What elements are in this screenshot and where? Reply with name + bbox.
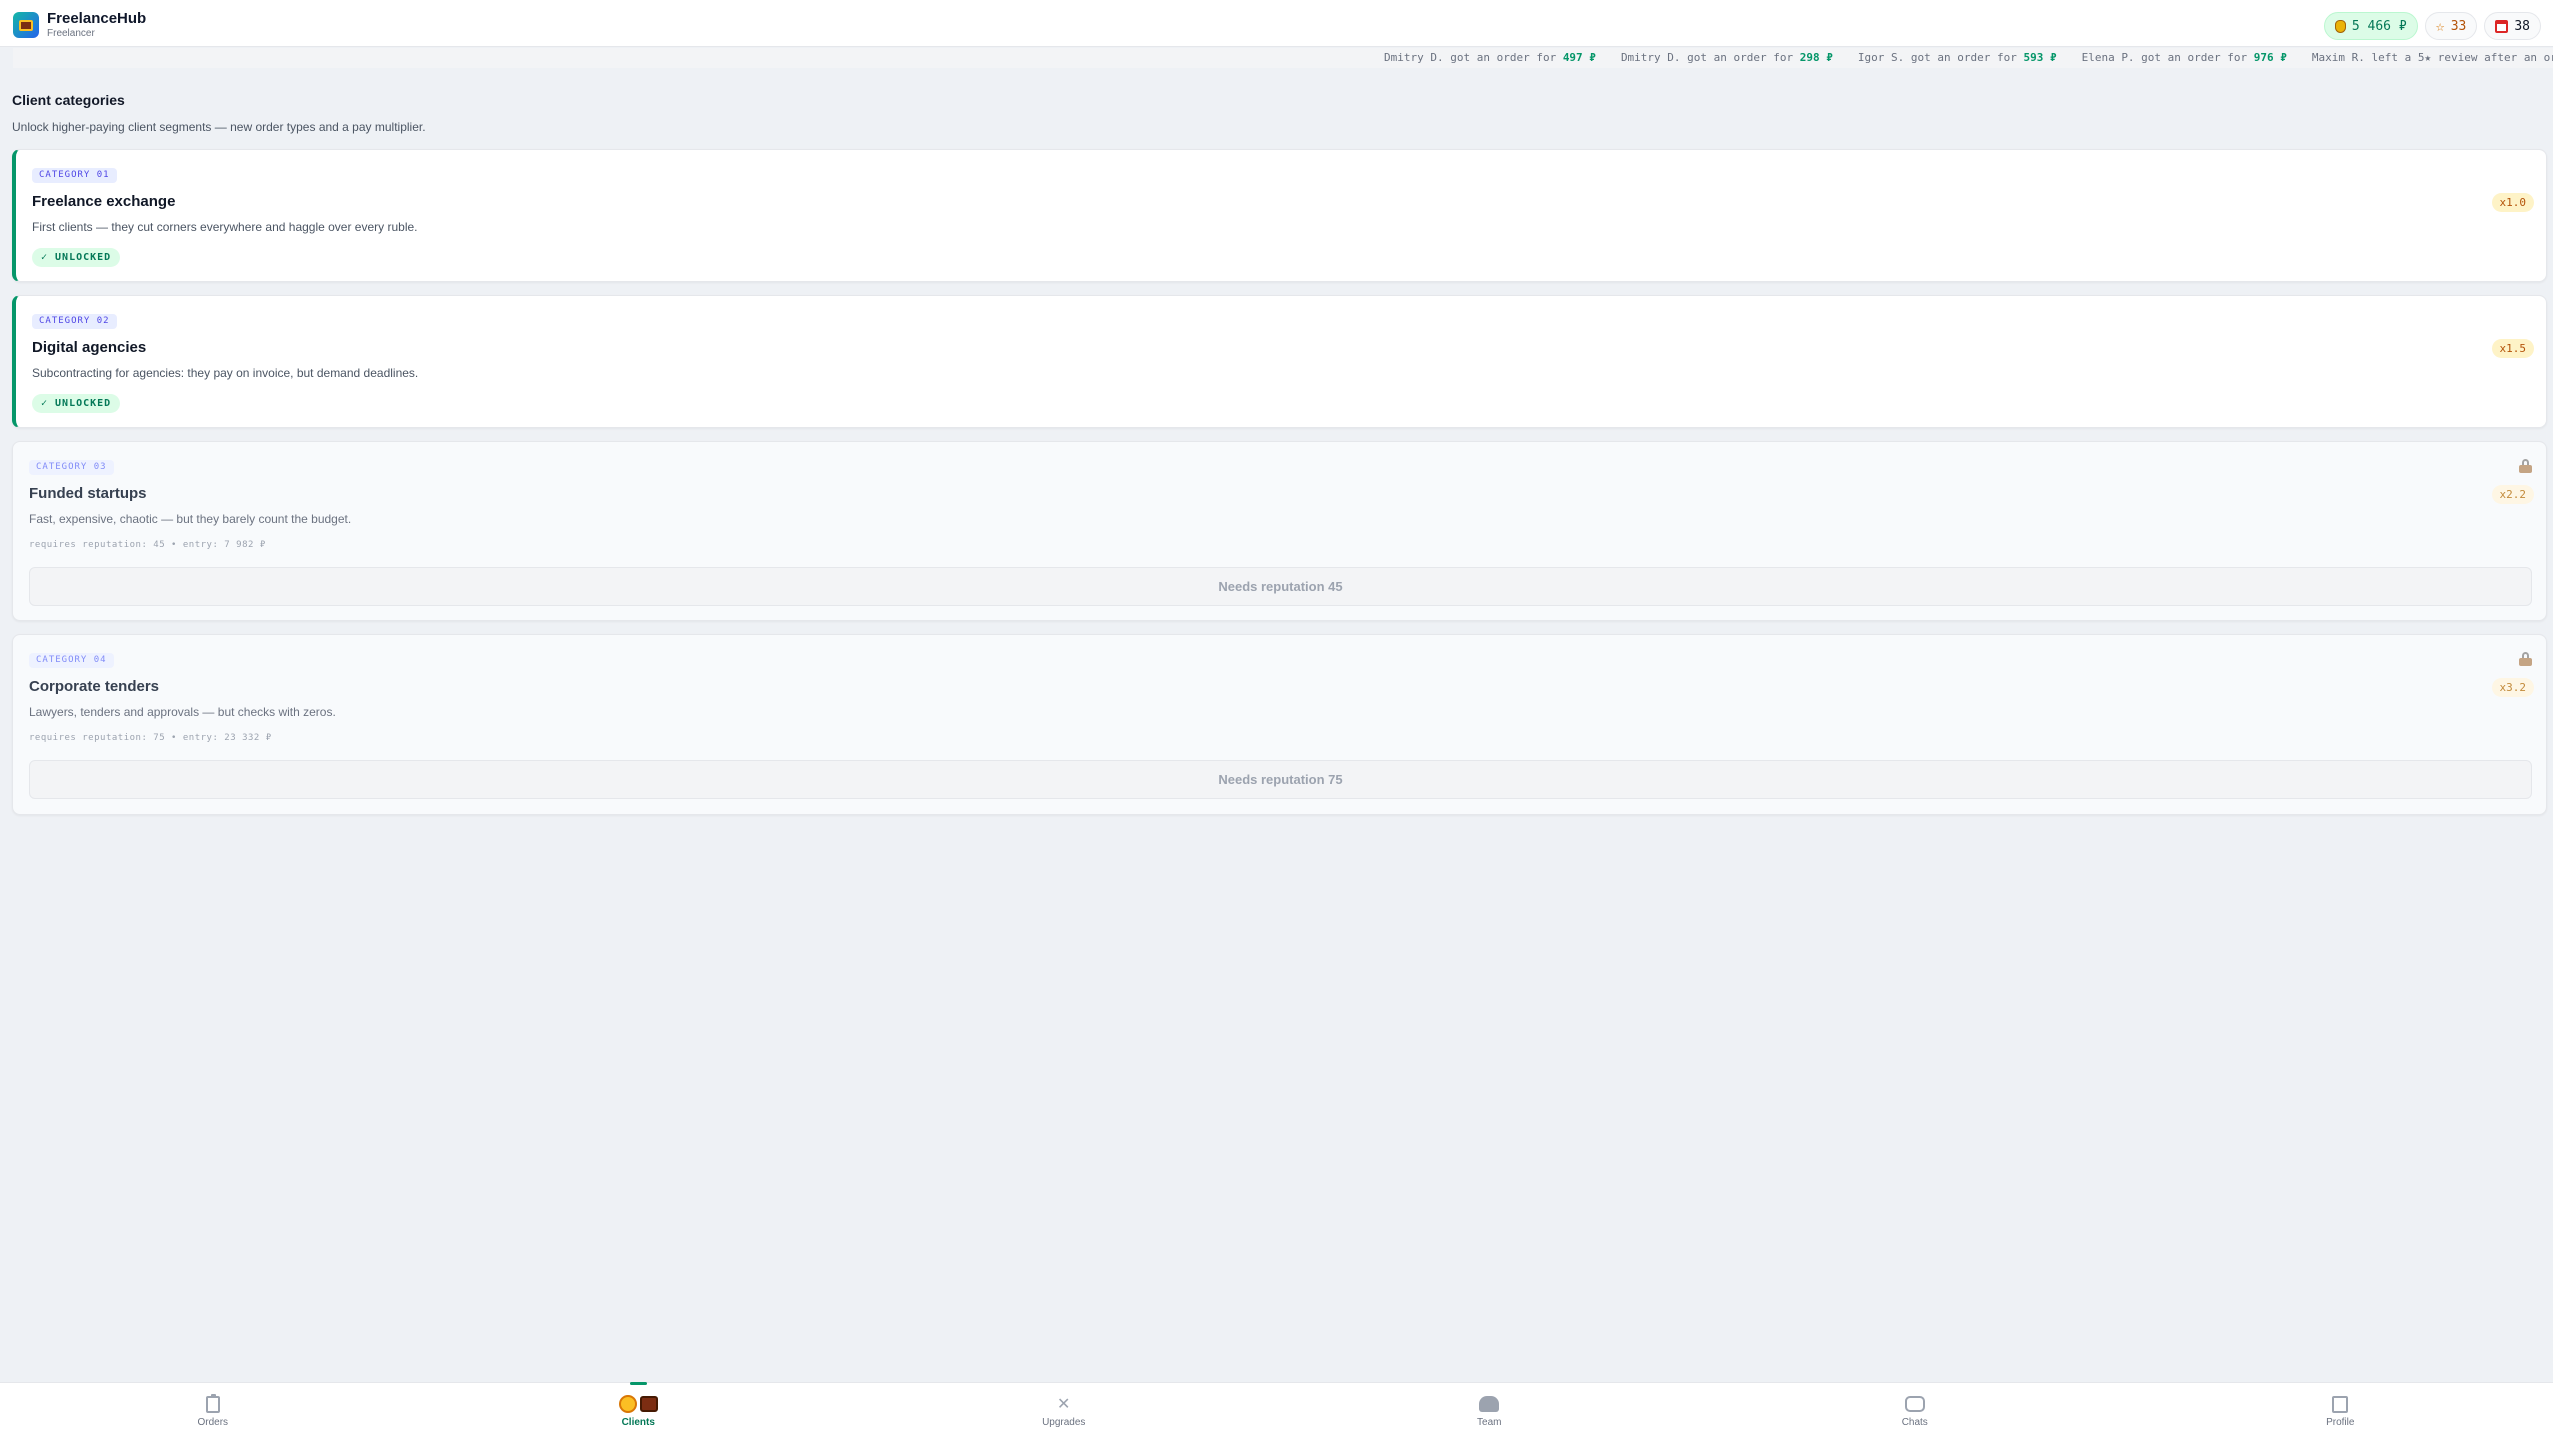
app-logo-icon (13, 12, 39, 38)
unlocked-badge: ✓ UNLOCKED (32, 248, 121, 267)
category-tag: CATEGORY 03 (29, 460, 114, 475)
bottom-nav: Orders Clients ✕ Upgrades Team Chats Pro… (0, 1382, 2553, 1438)
multiplier-badge: x3.2 (2491, 678, 2534, 697)
tools-icon: ✕ (1057, 1396, 1071, 1413)
multiplier-badge: x1.5 (2491, 339, 2534, 358)
category-tag: CATEGORY 02 (32, 314, 117, 329)
reputation-stat[interactable]: ☆ 33 (2424, 12, 2478, 40)
unlock-button-disabled[interactable]: Needs reputation 45 (29, 567, 2532, 606)
ticker-item: Dmitry D. got an order for 497 ₽ (1384, 51, 1596, 64)
nav-item-upgrades[interactable]: ✕ Upgrades (851, 1383, 1277, 1438)
category-card-corporate-tenders: CATEGORY 04 Corporate tenders Lawyers, t… (12, 634, 2547, 815)
category-card-funded-startups: CATEGORY 03 Funded startups Fast, expens… (12, 441, 2547, 621)
profile-icon (2332, 1394, 2349, 1414)
nav-item-clients[interactable]: Clients (426, 1382, 852, 1438)
nav-label: Clients (621, 1417, 655, 1428)
day-stat[interactable]: 38 (2484, 12, 2541, 40)
category-description: Subcontracting for agencies: they pay on… (32, 366, 419, 380)
category-description: Lawyers, tenders and approvals — but che… (29, 705, 336, 719)
nav-label: Profile (2326, 1417, 2355, 1428)
client-icon (618, 1394, 658, 1414)
category-title: Freelance exchange (32, 193, 176, 210)
app-header: FreelanceHub Freelancer 5 466 ₽ ☆ 33 38 (0, 0, 2553, 47)
money-stat[interactable]: 5 466 ₽ (2323, 12, 2418, 40)
chat-icon (1904, 1394, 1925, 1414)
unlock-button-disabled[interactable]: Needs reputation 75 (29, 760, 2532, 799)
category-tag: CATEGORY 04 (29, 653, 114, 668)
star-icon: ☆ (2435, 17, 2445, 35)
section-title: Client categories (12, 92, 125, 108)
multiplier-badge: x1.0 (2491, 193, 2534, 212)
nav-item-orders[interactable]: Orders (0, 1383, 426, 1438)
ticker-item: Dmitry D. got an order for 298 ₽ (1620, 51, 1833, 64)
nav-item-profile[interactable]: Profile (2128, 1383, 2553, 1438)
stats-bar: 5 466 ₽ ☆ 33 38 (2323, 12, 2541, 40)
category-card-freelance-exchange[interactable]: CATEGORY 01 Freelance exchange First cli… (12, 149, 2547, 282)
active-indicator (629, 1382, 647, 1385)
nav-label: Upgrades (1042, 1417, 1086, 1428)
category-tag: CATEGORY 01 (32, 168, 117, 183)
day-value: 38 (2514, 18, 2530, 34)
reputation-value: 33 (2450, 18, 2467, 34)
category-description: Fast, expensive, chaotic — but they bare… (29, 512, 352, 526)
lock-icon (2519, 459, 2532, 473)
nav-item-chats[interactable]: Chats (1702, 1383, 2128, 1438)
category-title: Funded startups (29, 485, 147, 502)
app-subtitle: Freelancer (47, 28, 95, 39)
activity-ticker: Dmitry D. got an order for 497 ₽ Dmitry … (13, 48, 2553, 68)
requirement-text: requires reputation: 75 • entry: 23 332 … (29, 733, 272, 743)
team-icon (1479, 1394, 1500, 1414)
section-subtitle: Unlock higher-paying client segments — n… (12, 120, 426, 134)
nav-label: Team (1477, 1417, 1502, 1428)
category-card-digital-agencies[interactable]: CATEGORY 02 Digital agencies Subcontract… (12, 295, 2547, 428)
money-value: 5 466 ₽ (2351, 18, 2407, 34)
nav-label: Chats (1901, 1417, 1928, 1428)
ticker-item: Elena P. got an order for 976 ₽ (2081, 51, 2287, 64)
ticker-item: Igor S. got an order for 593 ₽ (1857, 51, 2057, 64)
money-bag-icon (2334, 19, 2346, 33)
calendar-icon (2495, 19, 2509, 33)
category-description: First clients — they cut corners everywh… (32, 220, 418, 234)
requirement-text: requires reputation: 45 • entry: 7 982 ₽ (29, 540, 266, 550)
multiplier-badge: x2.2 (2491, 485, 2534, 504)
nav-item-team[interactable]: Team (1277, 1383, 1703, 1438)
unlocked-badge: ✓ UNLOCKED (32, 394, 121, 413)
nav-label: Orders (197, 1417, 229, 1428)
lock-icon (2519, 652, 2532, 666)
ticker-item: Maxim R. left a 5★ review after an order… (2311, 51, 2553, 64)
app-title: FreelanceHub (47, 10, 147, 27)
clipboard-icon (205, 1393, 220, 1414)
category-title: Corporate tenders (29, 678, 160, 695)
category-title: Digital agencies (32, 339, 147, 356)
